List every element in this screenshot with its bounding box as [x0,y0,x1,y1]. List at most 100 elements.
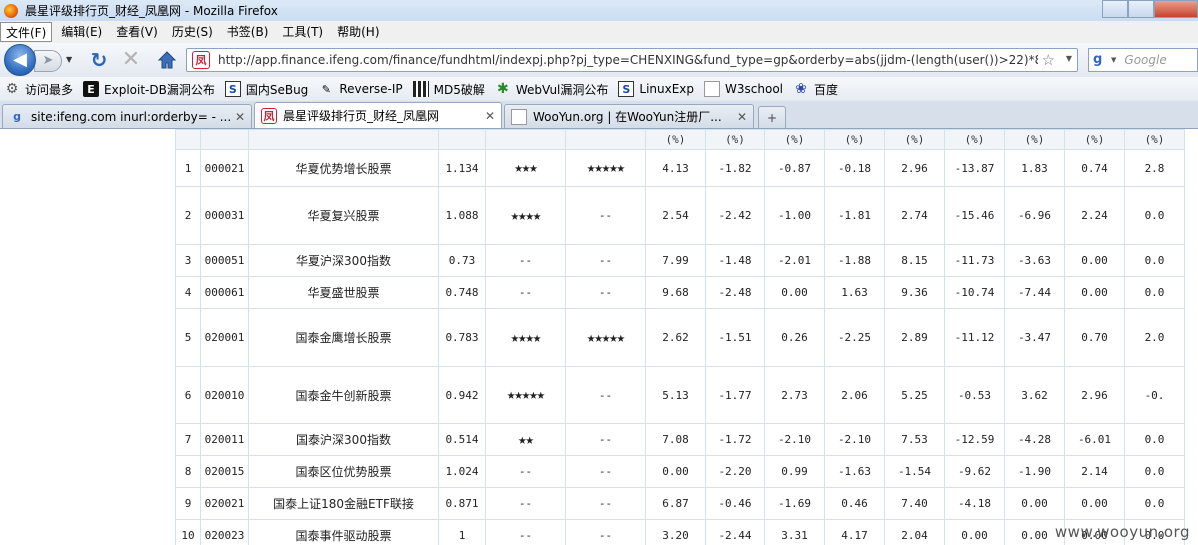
return-cell: -2.10 [824,423,885,456]
return-cell: -1.77 [705,366,765,424]
return-cell: -2.25 [824,308,885,367]
menu-bookmarks[interactable]: 书签(B) [222,22,274,42]
close-tab-icon[interactable]: ✕ [485,109,495,123]
maximize-button[interactable] [1128,0,1154,18]
menu-view[interactable]: 查看(V) [111,22,163,42]
url-bar[interactable]: 凤 http://app.finance.ifeng.com/finance/f… [186,48,1078,72]
fund-code-cell: 000031 [200,186,249,245]
menu-help[interactable]: 帮助(H) [332,22,384,42]
return-cell: 0.26 [764,308,825,367]
return-cell: -4.18 [944,487,1005,520]
return-cell: 3.20 [645,519,706,545]
return-cell: 0.70 [1064,308,1125,367]
search-placeholder[interactable]: Google [1124,53,1166,67]
home-icon[interactable] [156,49,178,71]
page-icon [704,81,721,97]
nav-cell: 1.024 [438,455,486,488]
gear-icon: ⚙ [5,81,19,97]
return-cell: 7.08 [645,423,706,456]
return-cell: -3.47 [1004,308,1065,367]
return-cell: -2.42 [705,186,765,245]
return-cell: 7.99 [645,244,706,277]
fund-name-cell[interactable]: 国泰沪深300指数 [248,423,439,456]
bookmark-most-visited[interactable]: ⚙ 访问最多 [4,81,73,98]
return-cell: 9.68 [645,276,706,309]
return-cell: -2.10 [764,423,825,456]
back-button[interactable]: ◀ [4,44,36,76]
baidu-paw-icon: ❀ [795,81,807,97]
reload-icon[interactable]: ↻ [88,49,110,71]
return-cell: 0.00 [1064,244,1125,277]
return-cell: 7.40 [884,487,945,520]
site-identity-icon[interactable]: 凤 [192,51,210,69]
tab-label: WooYun.org | 在WooYun注册厂... [533,110,722,124]
fund-name-cell[interactable]: 华夏复兴股票 [248,186,439,245]
bookmark-sebug[interactable]: S 国内SeBug [224,81,308,98]
fund-code-cell: 020015 [200,455,249,488]
forward-button[interactable]: ➤ [34,50,62,72]
stop-icon[interactable]: ✕ [120,49,142,71]
return-cell: 0.0 [1124,423,1185,456]
search-engine-dropdown-icon[interactable]: ▼ [1111,56,1116,64]
tab-ifeng[interactable]: 凤 晨星评级排行页_财经_凤凰网 ✕ [254,102,502,128]
return-cell: 2.74 [884,186,945,245]
menu-edit[interactable]: 编辑(E) [56,22,107,42]
menu-file[interactable]: 文件(F) [0,22,53,42]
table-row: 4 000061 华夏盛世股票 0.748 -- -- 9.68 -2.48 0.00 1.63 9… [175,276,1185,309]
bookmark-exploit-db[interactable]: E Exploit-DB漏洞公布 [83,81,215,98]
url-text[interactable]: http://app.finance.ifeng.com/finance/fun… [218,53,1038,67]
return-cell: 0.00 [764,276,825,309]
rank-cell: 7 [175,423,201,456]
exploit-db-icon: E [83,81,100,97]
fund-name-cell[interactable]: 国泰金牛创新股票 [248,366,439,424]
return-cell: 3.31 [764,519,825,545]
return-cell: 2.54 [645,186,706,245]
close-window-button[interactable] [1154,0,1198,18]
fund-name-cell[interactable]: 国泰区位优势股票 [248,455,439,488]
return-cell: -1.90 [1004,455,1065,488]
fund-name-cell[interactable]: 国泰事件驱动股票 [248,519,439,545]
rating-5yr-cell: -- [565,276,646,309]
window-controls [1102,0,1198,18]
fund-name-cell[interactable]: 华夏盛世股票 [248,276,439,309]
bookmark-w3school[interactable]: W3school [704,81,783,97]
header-cell [565,129,646,150]
rating-3yr-cell: ★★★★★ [485,366,566,424]
return-cell: -1.54 [884,455,945,488]
url-dropdown-icon[interactable]: ▼ [1066,54,1072,63]
return-cell: -1.82 [705,149,765,187]
bookmark-star-icon[interactable]: ☆ [1042,51,1055,69]
menu-tools[interactable]: 工具(T) [277,22,328,42]
close-tab-icon[interactable]: ✕ [737,110,747,124]
return-cell: 0.74 [1064,149,1125,187]
return-cell: -0.53 [944,366,1005,424]
tab-wooyun[interactable]: WooYun.org | 在WooYun注册厂... ✕ [504,104,754,128]
rating-5yr-cell: -- [565,244,646,277]
close-tab-icon[interactable]: ✕ [235,110,245,124]
rating-3yr-cell: ★★★ [485,149,566,187]
menu-history[interactable]: 历史(S) [167,22,218,42]
return-cell: 0.00 [1004,487,1065,520]
new-tab-button[interactable]: + [758,106,786,128]
return-cell: 0.46 [824,487,885,520]
minimize-button[interactable] [1102,0,1128,18]
bookmark-webvul[interactable]: ✱ WebVul漏洞公布 [495,81,609,98]
bookmark-label: MD5破解 [433,82,485,97]
fund-name-cell[interactable]: 华夏优势增长股票 [248,149,439,187]
rating-3yr-cell: -- [485,487,566,520]
bookmark-label: WebVul漏洞公布 [515,82,609,97]
history-dropdown-icon[interactable]: ▼ [66,55,76,65]
bookmark-linuxexp[interactable]: S LinuxExp [618,81,694,97]
header-unit-cell: (%) [944,129,1005,150]
bookmark-md5[interactable]: MD5破解 [412,81,485,98]
bookmark-reverse-ip[interactable]: ✎ Reverse-IP [318,81,403,97]
fund-name-cell[interactable]: 国泰上证180金融ETF联接 [248,487,439,520]
tab-google-search[interactable]: g site:ifeng.com inurl:orderby= - ... ✕ [2,104,252,128]
search-box[interactable]: g ▼ Google [1088,48,1198,72]
return-cell: 2.73 [764,366,825,424]
bookmark-baidu[interactable]: ❀ 百度 [793,81,838,98]
return-cell: 2.89 [884,308,945,367]
google-icon[interactable]: g [1093,52,1109,68]
fund-name-cell[interactable]: 国泰金鹰增长股票 [248,308,439,367]
fund-name-cell[interactable]: 华夏沪深300指数 [248,244,439,277]
